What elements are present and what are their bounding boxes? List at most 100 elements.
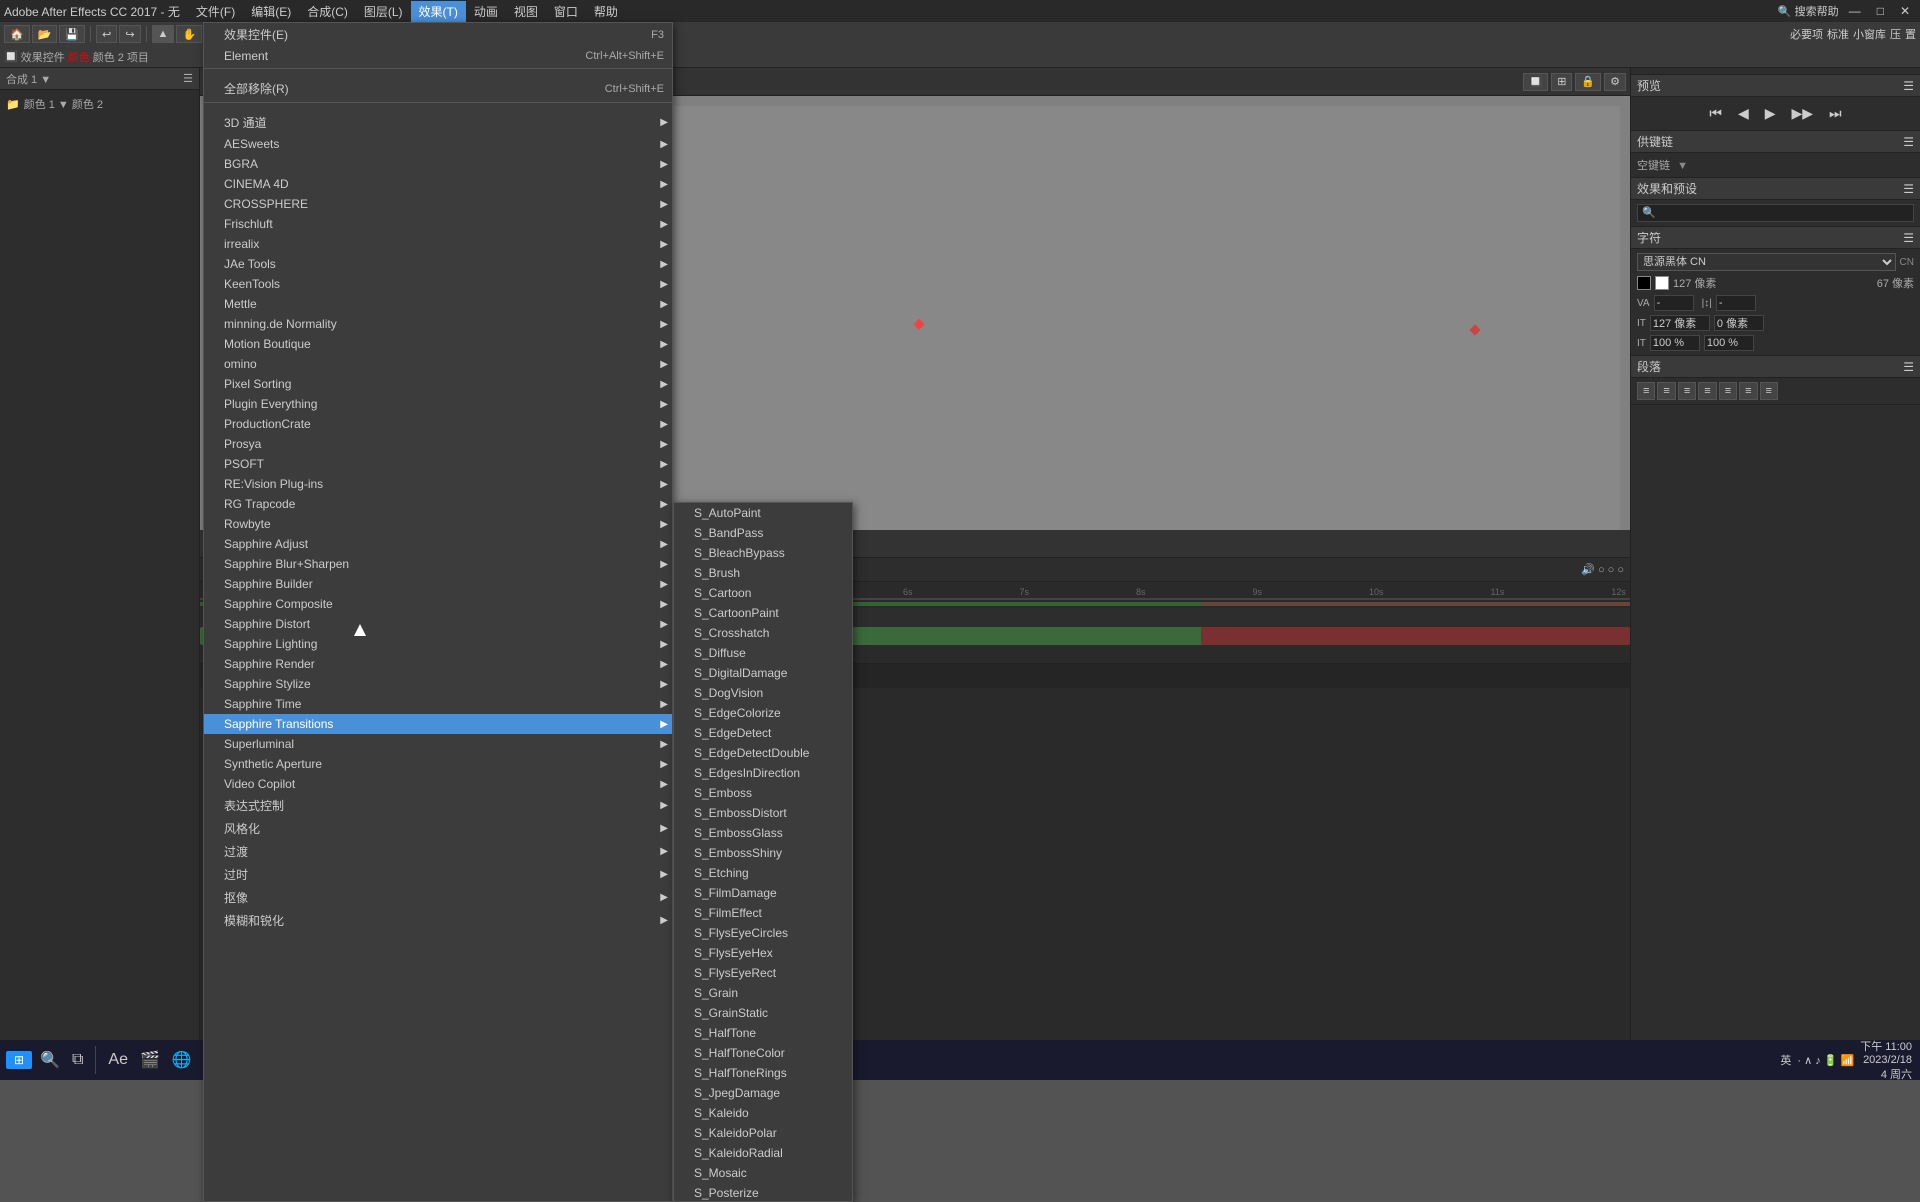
menu-sapphire-transitions[interactable]: Sapphire Transitions ▶ [204, 714, 672, 734]
baseline-input[interactable] [1714, 315, 1764, 331]
toolbar-hand[interactable]: ✋ [176, 25, 202, 43]
taskbar-ae[interactable]: Ae [104, 1049, 132, 1071]
align-justify4[interactable]: ≡ [1760, 382, 1778, 400]
align-left[interactable]: ≡ [1637, 382, 1655, 400]
menu-minning[interactable]: minning.de Normality ▶ [204, 314, 672, 334]
menu-effect[interactable]: 效果(T) [411, 1, 466, 22]
s-diffuse[interactable]: S_Diffuse [674, 643, 852, 663]
menu-plugin-everything[interactable]: Plugin Everything ▶ [204, 394, 672, 414]
text-fill-color[interactable] [1637, 276, 1651, 290]
menu-sapphire-composite[interactable]: Sapphire Composite ▶ [204, 594, 672, 614]
s-flyseyecircles[interactable]: S_FlysEyeCircles [674, 923, 852, 943]
menu-superluminal[interactable]: Superluminal ▶ [204, 734, 672, 754]
effect-menu-item-element[interactable]: Element Ctrl+Alt+Shift+E [204, 46, 672, 66]
prev-back[interactable]: ◀ [1734, 103, 1753, 124]
align-justify2[interactable]: ≡ [1719, 382, 1737, 400]
s-brush[interactable]: S_Brush [674, 563, 852, 583]
s-edgedetect[interactable]: S_EdgeDetect [674, 723, 852, 743]
menu-revision[interactable]: RE:Vision Plug-ins ▶ [204, 474, 672, 494]
align-right[interactable]: ≡ [1678, 382, 1696, 400]
s-edgedetectdouble[interactable]: S_EdgeDetectDouble [674, 743, 852, 763]
menu-transition[interactable]: 过渡 ▶ [204, 840, 672, 863]
menu-sapphire-time[interactable]: Sapphire Time ▶ [204, 694, 672, 714]
menu-jae[interactable]: JAe Tools ▶ [204, 254, 672, 274]
menu-omino[interactable]: omino ▶ [204, 354, 672, 374]
s-halftonerings[interactable]: S_HalfToneRings [674, 1063, 852, 1083]
s-posterize[interactable]: S_Posterize [674, 1183, 852, 1202]
kerning-input[interactable] [1716, 295, 1756, 311]
s-edgecolorize[interactable]: S_EdgeColorize [674, 703, 852, 723]
char-menu[interactable]: ☰ [1903, 231, 1914, 245]
menu-keying[interactable]: 抠像 ▶ [204, 886, 672, 909]
preview-menu[interactable]: ☰ [1903, 79, 1914, 93]
s-jpegdamage[interactable]: S_JpegDamage [674, 1083, 852, 1103]
prev-fwd[interactable]: ▶▶ [1788, 103, 1818, 124]
s-embossglass[interactable]: S_EmbossGlass [674, 823, 852, 843]
menu-mettle[interactable]: Mettle ▶ [204, 294, 672, 314]
s-kaleido[interactable]: S_Kaleido [674, 1103, 852, 1123]
vp-settings[interactable]: ⚙ [1604, 73, 1626, 91]
prev-ram[interactable]: ▶ [1761, 103, 1780, 124]
s-dogvision[interactable]: S_DogVision [674, 683, 852, 703]
s-crosshatch[interactable]: S_Crosshatch [674, 623, 852, 643]
para-menu[interactable]: ☰ [1903, 360, 1914, 374]
s-mosaic[interactable]: S_Mosaic [674, 1163, 852, 1183]
menu-window[interactable]: 窗口 [546, 1, 586, 22]
menu-keen[interactable]: KeenTools ▶ [204, 274, 672, 294]
prev-last[interactable]: ⏭ [1825, 103, 1846, 124]
s-halftone[interactable]: S_HalfTone [674, 1023, 852, 1043]
h-scale-input[interactable] [1650, 335, 1700, 351]
toolbar-redo[interactable]: ↪ [119, 25, 140, 43]
char-size-input[interactable] [1650, 315, 1710, 331]
s-grain[interactable]: S_Grain [674, 983, 852, 1003]
menu-bgra[interactable]: BGRA ▶ [204, 154, 672, 174]
menu-motion[interactable]: Motion Boutique ▶ [204, 334, 672, 354]
s-etching[interactable]: S_Etching [674, 863, 852, 883]
menu-rowbyte[interactable]: Rowbyte ▶ [204, 514, 672, 534]
s-cartoonpaint[interactable]: S_CartoonPaint [674, 603, 852, 623]
s-edgesindirection[interactable]: S_EdgesInDirection [674, 763, 852, 783]
menu-animate[interactable]: 动画 [466, 1, 506, 22]
menu-file[interactable]: 文件(F) [188, 1, 243, 22]
effect-menu-item-remove[interactable]: 全部移除(R) Ctrl+Shift+E [204, 77, 672, 100]
taskbar-search[interactable]: 🔍 [36, 1048, 64, 1072]
menu-psoft[interactable]: PSOFT ▶ [204, 454, 672, 474]
align-justify[interactable]: ≡ [1698, 382, 1716, 400]
menu-cinema4d[interactable]: CINEMA 4D ▶ [204, 174, 672, 194]
s-flyseyerect[interactable]: S_FlysEyeRect [674, 963, 852, 983]
keybind-menu[interactable]: ☰ [1903, 135, 1914, 149]
vp-snap[interactable]: 🔒 [1575, 73, 1601, 91]
menu-view[interactable]: 视图 [506, 1, 546, 22]
s-filmdamage[interactable]: S_FilmDamage [674, 883, 852, 903]
menu-blur[interactable]: 模糊和锐化 ▶ [204, 909, 672, 932]
toolbar-undo[interactable]: ↩ [96, 25, 117, 43]
left-panel-menu[interactable]: ☰ [183, 72, 193, 85]
text-stroke-color[interactable] [1655, 276, 1669, 290]
start-button[interactable]: ⊞ [6, 1051, 32, 1069]
toolbar-save[interactable]: 💾 [59, 25, 85, 43]
align-justify3[interactable]: ≡ [1739, 382, 1757, 400]
menu-synthetic[interactable]: Synthetic Aperture ▶ [204, 754, 672, 774]
toolbar-open[interactable]: 📂 [32, 25, 58, 43]
s-halftonecolor[interactable]: S_HalfToneColor [674, 1043, 852, 1063]
tracking-input[interactable] [1654, 295, 1694, 311]
menu-frischluft[interactable]: Frischluft ▶ [204, 214, 672, 234]
menu-rg[interactable]: RG Trapcode ▶ [204, 494, 672, 514]
effects-menu[interactable]: ☰ [1903, 182, 1914, 196]
menu-sapphire-blur[interactable]: Sapphire Blur+Sharpen ▶ [204, 554, 672, 574]
menu-3d[interactable]: 3D 通道 ▶ [204, 111, 672, 134]
menu-sapphire-adjust[interactable]: Sapphire Adjust ▶ [204, 534, 672, 554]
s-kaleidopolar[interactable]: S_KaleidoPolar [674, 1123, 852, 1143]
menu-expression[interactable]: 表达式控制 ▶ [204, 794, 672, 817]
s-bleachbypass[interactable]: S_BleachBypass [674, 543, 852, 563]
menu-video-copilot[interactable]: Video Copilot ▶ [204, 774, 672, 794]
toolbar-select[interactable]: ▲ [152, 25, 175, 43]
font-family-select[interactable]: 思源黑体 CN [1637, 253, 1896, 271]
s-filmeffect[interactable]: S_FilmEffect [674, 903, 852, 923]
s-grainstatic[interactable]: S_GrainStatic [674, 1003, 852, 1023]
prev-first[interactable]: ⏮ [1705, 103, 1726, 124]
menu-productioncrate[interactable]: ProductionCrate ▶ [204, 414, 672, 434]
s-digitaldamage[interactable]: S_DigitalDamage [674, 663, 852, 683]
s-kaleido-radial[interactable]: S_KaleidoRadial [674, 1143, 852, 1163]
menu-crossphere[interactable]: CROSSPHERE ▶ [204, 194, 672, 214]
